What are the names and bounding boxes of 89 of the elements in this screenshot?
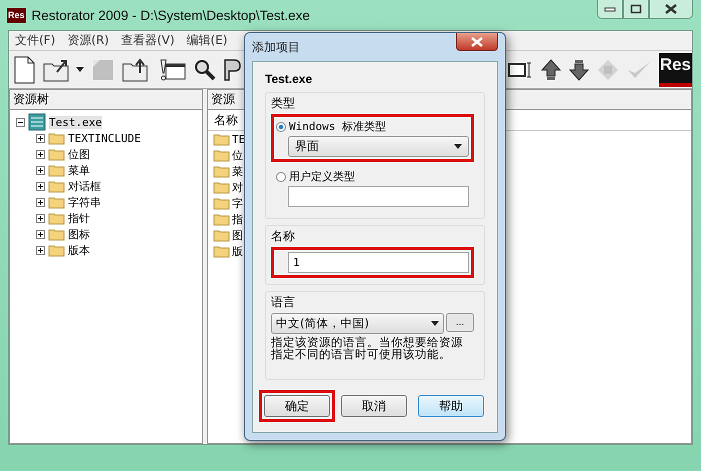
tree-item[interactable]: TEXTINCLUDE — [68, 132, 141, 144]
folder-icon — [213, 180, 230, 194]
list-item[interactable]: 对 — [232, 180, 243, 194]
list-item[interactable]: 位 — [232, 148, 243, 162]
folder-icon — [213, 132, 230, 146]
expand-icon[interactable] — [36, 166, 45, 174]
folder-arrow-icon[interactable] — [43, 58, 71, 82]
folder-icon — [213, 148, 230, 162]
folder-icon — [48, 148, 65, 160]
menu-item[interactable]: 编辑(E) — [186, 32, 228, 49]
caret-icon — [431, 321, 439, 326]
group-label: 语言 — [271, 294, 296, 311]
folder-icon — [213, 244, 230, 258]
app-icon: Res — [7, 8, 26, 22]
file-icon — [28, 113, 46, 131]
app-logo: Res — [658, 52, 692, 86]
radio-label: 用户定义类型 — [289, 169, 355, 184]
radio-button[interactable] — [276, 122, 286, 132]
expand-icon[interactable] — [36, 134, 45, 142]
up-arrow-icon[interactable] — [540, 58, 561, 80]
folder-icon — [48, 132, 65, 144]
dialog-button[interactable]: 确定 — [264, 395, 330, 417]
tree-item[interactable]: Test.exe — [49, 116, 102, 128]
expand-icon[interactable] — [36, 230, 45, 238]
tree-item[interactable]: 版本 — [68, 242, 90, 258]
list-item[interactable]: 字 — [232, 196, 243, 210]
alert-window-icon[interactable] — [158, 58, 186, 82]
dialog-button[interactable]: 取消 — [341, 395, 407, 417]
panel-header: 资源树 — [10, 90, 202, 110]
folder-icon — [48, 212, 65, 224]
tree-item[interactable]: 字符串 — [68, 194, 101, 210]
description-text: 指定该资源的语言。当你想要给资源指定不同的语言时可使用该功能。 — [271, 336, 464, 360]
radio-button[interactable] — [276, 172, 286, 182]
close-icon — [665, 4, 677, 14]
expand-icon[interactable] — [36, 214, 45, 222]
folder-icon — [213, 228, 230, 242]
list-item[interactable]: 指 — [232, 212, 243, 226]
tree-item[interactable]: 菜单 — [68, 162, 90, 178]
folder-icon — [48, 244, 65, 256]
list-item[interactable]: 图 — [232, 228, 243, 242]
group-label: 名称 — [271, 228, 296, 245]
maximize-icon — [630, 4, 642, 14]
text-field-icon[interactable] — [506, 60, 533, 78]
close-button[interactable] — [456, 33, 498, 51]
tree-item[interactable]: 图标 — [68, 226, 90, 242]
caret-icon[interactable] — [76, 66, 84, 72]
folder-icon — [48, 228, 65, 240]
close-icon — [471, 36, 483, 46]
list-item[interactable]: 菜 — [232, 164, 243, 178]
collapse-icon[interactable] — [16, 118, 25, 126]
search-icon[interactable] — [194, 58, 216, 80]
close-button[interactable] — [649, 0, 693, 19]
tree-item[interactable]: 位图 — [68, 146, 90, 162]
dialog-title: 添加项目 — [252, 38, 300, 56]
list-item[interactable]: TE — [232, 132, 246, 146]
new-document-icon[interactable] — [13, 56, 35, 84]
dialog-button[interactable]: 帮助 — [418, 395, 484, 417]
language-dropdown[interactable]: 中文(简体，中国) — [271, 313, 444, 334]
menu-item[interactable]: 文件(F) — [15, 32, 56, 49]
folder-arrow-icon[interactable] — [122, 58, 150, 82]
minimize-button[interactable] — [597, 0, 623, 19]
expand-icon[interactable] — [36, 150, 45, 158]
maximize-button[interactable] — [623, 0, 649, 19]
folder-icon — [48, 180, 65, 192]
group-label: 类型 — [271, 95, 296, 112]
name-field[interactable]: 1 — [288, 252, 469, 273]
input-field[interactable] — [288, 186, 469, 207]
folder-icon — [48, 196, 65, 208]
file-name: Test.exe — [265, 72, 314, 86]
type-dropdown[interactable]: 界面 — [288, 136, 469, 157]
more-button[interactable]: ... — [446, 313, 474, 332]
folder-icon — [213, 196, 230, 210]
menu-item[interactable]: 资源(R) — [67, 32, 109, 49]
folder-icon — [213, 164, 230, 178]
caret-icon — [454, 144, 462, 149]
tree-item[interactable]: 对话框 — [68, 178, 101, 194]
down-arrow-icon[interactable] — [568, 58, 589, 80]
radio-label: Windows 标准类型 — [289, 119, 386, 134]
tree-item[interactable]: 指针 — [68, 210, 90, 226]
expand-icon[interactable] — [36, 182, 45, 190]
expand-icon[interactable] — [36, 198, 45, 206]
minimize-icon — [604, 6, 616, 12]
folder-icon — [48, 164, 65, 176]
menu-item[interactable]: 查看器(V) — [120, 32, 175, 49]
list-item[interactable]: 版 — [232, 244, 243, 258]
window-title: Restorator 2009 - D:\System\Desktop\Test.exe — [32, 8, 310, 22]
folder-icon — [213, 212, 230, 226]
expand-icon[interactable] — [36, 246, 45, 254]
resource-tool-icon[interactable] — [224, 58, 242, 82]
